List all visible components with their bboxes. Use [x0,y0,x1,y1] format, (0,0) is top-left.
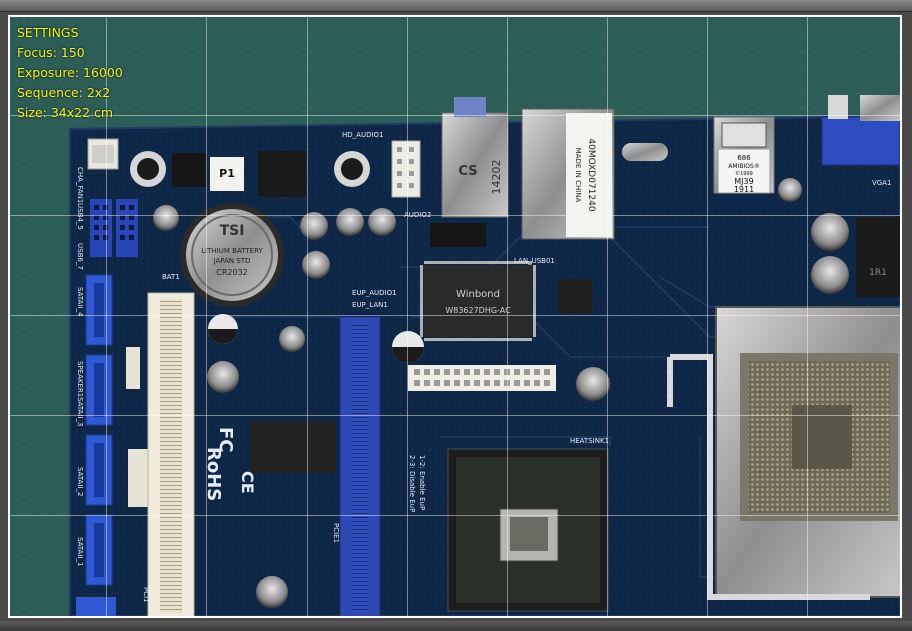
label-usb45: USB4_5 [76,203,84,230]
label-sata2: SATAII_2 [76,467,84,496]
settings-overlay: SETTINGS Focus: 150 Exposure: 16000 Sequ… [17,23,123,123]
lan-chip-label-1: CS [458,164,477,179]
battery-label-1: LITHIUM BATTERY [201,247,263,255]
superio-model: W83627DHG-AC [445,306,511,315]
label-usb67: USB6_7 [76,243,84,270]
label-eup-note: 1-2: Enable EuP [418,455,426,510]
focus-readout: Focus: 150 [17,45,85,60]
lan-magnetics-label: 40MOXD071240 [586,138,596,211]
label-eup-audio: EUP_AUDIO1 [352,289,397,297]
label-hd-audio: HD_AUDIO1 [342,131,383,139]
bios-label-5: 1911 [734,185,754,194]
bios-label-1: 686 [737,154,751,162]
label-rohs: RoHS [203,447,224,501]
label-lan-usb: LAN_USB01 [514,257,555,265]
window-title-bar [0,0,912,12]
label-bat: BAT1 [162,273,180,281]
exposure-readout: Exposure: 16000 [17,65,123,80]
battery-label-2: JAPAN STD [213,257,251,265]
settings-title: SETTINGS [17,25,79,40]
lan-chip-label-2: 14202 [490,160,503,195]
svg-text:TSI: TSI [220,223,245,239]
label-vga: VGA1 [872,179,891,187]
bios-label-2: AMIBIOS® [728,163,759,170]
motherboard-image: TSI LITHIUM BATTERY JAPAN STD CR2032 P1 [10,17,900,616]
ic-label: 1R1 [869,268,887,278]
label-eup-note-2: 2-3: Disable EuP [408,455,416,512]
label-eup-lan: EUP_LAN1 [352,301,388,309]
label-speaker: SPEAKER1 [76,361,84,397]
bios-label-3: ©1999 [735,170,753,177]
superio-brand: Winbond [456,289,500,300]
size-readout: Size: 34x22 cm [17,105,114,120]
label-sata3: SATAII_3 [76,397,84,426]
label-pci: PCI1 [142,587,150,603]
label-sata4: SATAII_4 [76,287,84,317]
label-audio2: AUDIO2 [404,211,431,219]
battery-label-3: CR2032 [216,268,248,277]
label-heatsink: HEATSINK1 [570,437,609,445]
sequence-readout: Sequence: 2x2 [17,85,111,100]
camera-preview[interactable]: TSI LITHIUM BATTERY JAPAN STD CR2032 P1 [8,15,902,618]
label-sata1: SATAII_1 [76,537,84,566]
status-bar [0,621,912,631]
label-pcie: PCIE1 [332,523,340,543]
lan-magnetics-label-2: MADE IN CHINA [574,148,582,203]
label-ce: CE [238,471,257,494]
chip-label-p1: P1 [219,167,235,180]
label-cha-fan: CHA_FAN1 [76,167,84,203]
